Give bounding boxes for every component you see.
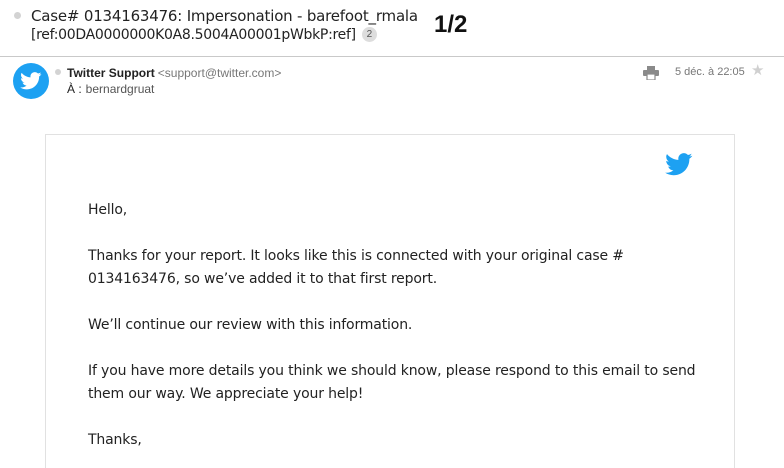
- body-paragraph-2: We’ll continue our review with this info…: [88, 317, 413, 333]
- recipient-value[interactable]: bernardgruat: [86, 82, 155, 96]
- body-paragraph-3: If you have more details you think we sh…: [88, 363, 696, 402]
- twitter-bird-icon: [20, 72, 42, 90]
- sender-name[interactable]: Twitter Support: [67, 66, 155, 80]
- body-paragraph-1: Thanks for your report. It looks like th…: [88, 248, 624, 287]
- subject-line-1: Case# 0134163476: Impersonation - barefo…: [31, 7, 418, 25]
- email-body-text: Hello, Thanks for your report. It looks …: [88, 199, 703, 468]
- sender-line: Twitter Support <support@twitter.com>: [67, 66, 281, 80]
- sender-status-dot: [55, 69, 61, 75]
- subject-ref: [ref:00DA0000000K0A8.5004A00001pWbkP:ref…: [31, 27, 356, 43]
- recipient-line: À : bernardgruat: [67, 82, 157, 96]
- message-date: 5 déc. à 22:05: [675, 66, 745, 78]
- sender-avatar[interactable]: [13, 63, 49, 99]
- subject-line-2: [ref:00DA0000000K0A8.5004A00001pWbkP:ref…: [31, 27, 377, 43]
- subject-header: Case# 0134163476: Impersonation - barefo…: [0, 0, 784, 57]
- star-icon[interactable]: ★: [751, 63, 764, 78]
- greeting: Hello,: [88, 202, 128, 218]
- to-label: À :: [67, 82, 82, 96]
- closing: Thanks,: [88, 432, 142, 448]
- twitter-logo-icon: [665, 153, 693, 181]
- sender-email: <support@twitter.com>: [157, 66, 282, 80]
- printer-icon[interactable]: [643, 66, 659, 85]
- page-indicator: 1/2: [434, 11, 468, 38]
- thread-count-badge[interactable]: 2: [361, 27, 377, 42]
- unread-dot: [14, 12, 21, 19]
